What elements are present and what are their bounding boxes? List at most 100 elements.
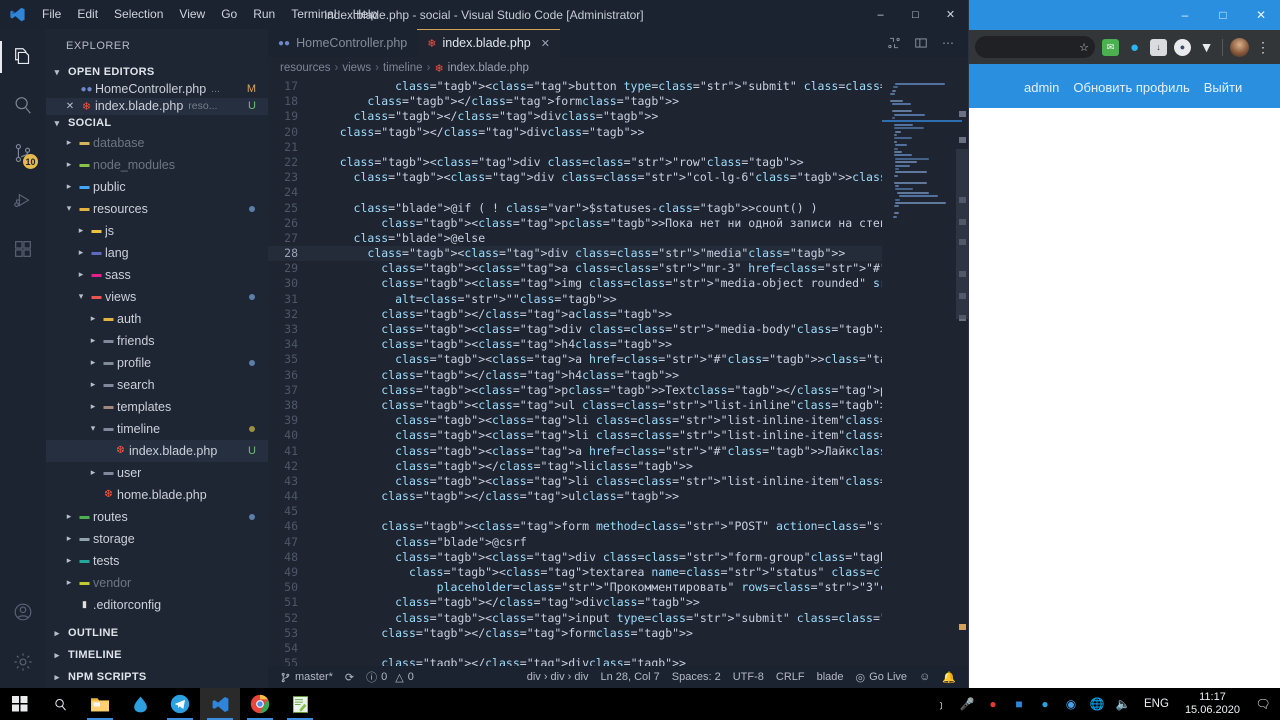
code-line[interactable]: 43 class="tagb"><class="tag">li class=cl… <box>268 474 882 489</box>
close-button[interactable]: ✕ <box>933 0 968 29</box>
tab-homecontroller-php[interactable]: ●● HomeController.php <box>268 29 418 57</box>
file-tree[interactable]: ▸ ▬ database ▸ ▬ node_modules ▸ ▬ public ▾ ▬ resour… <box>46 132 268 622</box>
code-line[interactable]: 37 class="tagb"><class="tag">pclass="tag… <box>268 383 882 398</box>
telegram-tray-icon[interactable]: ● <box>1032 688 1058 720</box>
browser-window[interactable]: – □ ✕ ☆ ✉ ● ↓ ● ▼ ⋮ admin Обновить профи… <box>968 0 1280 688</box>
chevron-right-icon[interactable]: ▸ <box>62 555 76 566</box>
menu-help[interactable]: Help <box>345 0 386 29</box>
browser-address-bar[interactable]: ☆ <box>975 36 1095 58</box>
code-line[interactable]: 36 class="tagb"></class="tag">h4class="t… <box>268 368 882 383</box>
code-line[interactable]: 47 class="blade">@csrf <box>268 535 882 550</box>
code-line[interactable]: 18 class="tagb"></class="tag">formclass=… <box>268 94 882 109</box>
microphone-tray-icon[interactable]: 🎤 <box>954 688 980 720</box>
breadcrumb-timeline[interactable]: timeline <box>383 62 423 74</box>
breadcrumb-file[interactable]: index.blade.php <box>448 62 529 74</box>
tree-item-views[interactable]: ▾ ▬ views <box>46 286 268 308</box>
tree-item-auth[interactable]: ▸ ▬ auth <box>46 308 268 330</box>
code-line[interactable]: 42 class="tagb"></class="tag">liclass="t… <box>268 459 882 474</box>
scrollbar-thumb[interactable] <box>956 149 968 319</box>
tree-item-friends[interactable]: ▸ ▬ friends <box>46 330 268 352</box>
chevron-right-icon[interactable]: ▸ <box>62 181 76 192</box>
tray-chevron-icon[interactable]: ﹞ <box>928 688 954 720</box>
section-outline[interactable]: ▸ OUTLINE <box>46 622 268 644</box>
chevron-down-icon[interactable]: ▾ <box>86 423 100 434</box>
nav-item-logout[interactable]: Выйти <box>1204 80 1243 95</box>
code-line[interactable]: 24 <box>268 185 882 200</box>
tree-item-user[interactable]: ▸ ▬ user <box>46 462 268 484</box>
section-open-editors[interactable]: ▾ OPEN EDITORS <box>46 64 268 81</box>
language-indicator[interactable]: ENG <box>1136 698 1177 710</box>
chevron-down-icon[interactable]: ▾ <box>74 291 88 302</box>
tree-item-public[interactable]: ▸ ▬ public <box>46 176 268 198</box>
browser-minimize-button[interactable]: – <box>1166 0 1204 30</box>
browser-toolbar[interactable]: ☆ ✉ ● ↓ ● ▼ ⋮ <box>969 30 1280 64</box>
tree-item-sass[interactable]: ▸ ▬ sass <box>46 264 268 286</box>
settings-gear-icon[interactable] <box>0 636 46 688</box>
account-icon[interactable] <box>0 588 46 636</box>
code-line[interactable]: 46 class="tagb"><class="tag">form method… <box>268 519 882 534</box>
code-line[interactable]: 27 class="blade">@else <box>268 231 882 246</box>
chevron-right-icon[interactable]: ▸ <box>86 357 100 368</box>
sidebar-footer-sections[interactable]: ▸ OUTLINE ▸ TIMELINE ▸ NPM SCRIPTS <box>46 622 268 688</box>
search-taskbar-icon[interactable] <box>40 688 80 720</box>
status-cursor-position[interactable]: Ln 28, Col 7 <box>594 666 665 688</box>
code-line[interactable]: 50 placeholder=class="str">"Прокомментир… <box>268 580 882 595</box>
chevron-right-icon[interactable]: ▸ <box>86 335 100 346</box>
tree-item-home-blade-php[interactable]: ❆ home.blade.php <box>46 484 268 506</box>
browser-maximize-button[interactable]: □ <box>1204 0 1242 30</box>
code-line[interactable]: 48 class="tagb"><class="tag">div class=c… <box>268 550 882 565</box>
chevron-right-icon[interactable]: ▸ <box>86 379 100 390</box>
menu-run[interactable]: Run <box>245 0 283 29</box>
code-line[interactable]: 54 <box>268 641 882 656</box>
tree-item-storage[interactable]: ▸ ▬ storage <box>46 528 268 550</box>
minimize-button[interactable]: – <box>863 0 898 29</box>
code-line[interactable]: 22 class="tagb"><class="tag">div class=c… <box>268 155 882 170</box>
site-nav[interactable]: admin Обновить профиль Выйти <box>969 64 1280 95</box>
code-line[interactable]: 55 class="tagb"></class="tag">divclass="… <box>268 656 882 666</box>
chevron-right-icon[interactable]: ▸ <box>62 137 76 148</box>
status-sync[interactable]: ⟳ <box>339 666 360 688</box>
menu-file[interactable]: File <box>34 0 69 29</box>
menu-view[interactable]: View <box>171 0 213 29</box>
status-language-mode[interactable]: blade <box>811 666 850 688</box>
profile-avatar-icon[interactable] <box>1230 37 1249 57</box>
tree-item--editorconfig[interactable]: ▮ .editorconfig <box>46 594 268 616</box>
notifications-icon[interactable]: 🗨 <box>1248 688 1278 720</box>
network-tray-icon[interactable]: 🌐 <box>1084 688 1110 720</box>
close-icon[interactable]: ✕ <box>62 101 78 112</box>
open-editor-homecontroller[interactable]: ●● HomeController.php ... M <box>46 81 268 98</box>
browser-menu-icon[interactable]: ⋮ <box>1256 40 1270 54</box>
menu-selection[interactable]: Selection <box>106 0 171 29</box>
bell-icon[interactable]: 🔔 <box>942 671 956 684</box>
tab-index-blade-php[interactable]: ❄ index.blade.php ✕ <box>417 29 560 57</box>
code-line[interactable]: 31 alt=class="str">""class="tagb">> <box>268 292 882 307</box>
drop-extension-icon[interactable]: ● <box>1126 39 1143 56</box>
status-eol[interactable]: CRLF <box>770 666 811 688</box>
browser-tray-icon[interactable]: ◉ <box>1058 688 1084 720</box>
menu-edit[interactable]: Edit <box>69 0 106 29</box>
status-problems[interactable]: ⓘ 0 △ 0 <box>360 666 420 688</box>
code-line[interactable]: 19 class="tagb"></class="tag">divclass="… <box>268 109 882 124</box>
chevron-right-icon[interactable]: ▸ <box>74 225 88 236</box>
volume-tray-icon[interactable]: 🔈 <box>1110 688 1136 720</box>
tree-item--env[interactable]: ▮.env <box>46 616 268 622</box>
code-text-area[interactable]: 17 class="tagb"><class="tag">button type… <box>268 79 882 666</box>
tree-item-search[interactable]: ▸ ▬ search <box>46 374 268 396</box>
browser-titlebar[interactable]: – □ ✕ <box>969 0 1280 30</box>
tree-item-js[interactable]: ▸ ▬ js <box>46 220 268 242</box>
status-branch[interactable]: master* <box>274 666 339 688</box>
chrome-icon[interactable] <box>240 688 280 720</box>
chevron-right-icon[interactable]: ▸ <box>86 467 100 478</box>
maximize-button[interactable]: □ <box>898 0 933 29</box>
record-tray-icon[interactable]: ● <box>980 688 1006 720</box>
screen-tray-icon[interactable]: ■ <box>1006 688 1032 720</box>
breadcrumb-resources[interactable]: resources <box>280 62 331 74</box>
tree-item-node-modules[interactable]: ▸ ▬ node_modules <box>46 154 268 176</box>
vpn-extension-icon[interactable]: ▼ <box>1198 39 1215 56</box>
chevron-right-icon[interactable]: ▸ <box>74 269 88 280</box>
status-indentation[interactable]: Spaces: 2 <box>666 666 727 688</box>
feedback-icon[interactable]: ☺ <box>919 671 930 683</box>
code-editor[interactable]: 17 class="tagb"><class="tag">button type… <box>268 79 968 666</box>
code-line[interactable]: 34 class="tagb"><class="tag">h4class="ta… <box>268 337 882 352</box>
tree-item-tests[interactable]: ▸ ▬ tests <box>46 550 268 572</box>
